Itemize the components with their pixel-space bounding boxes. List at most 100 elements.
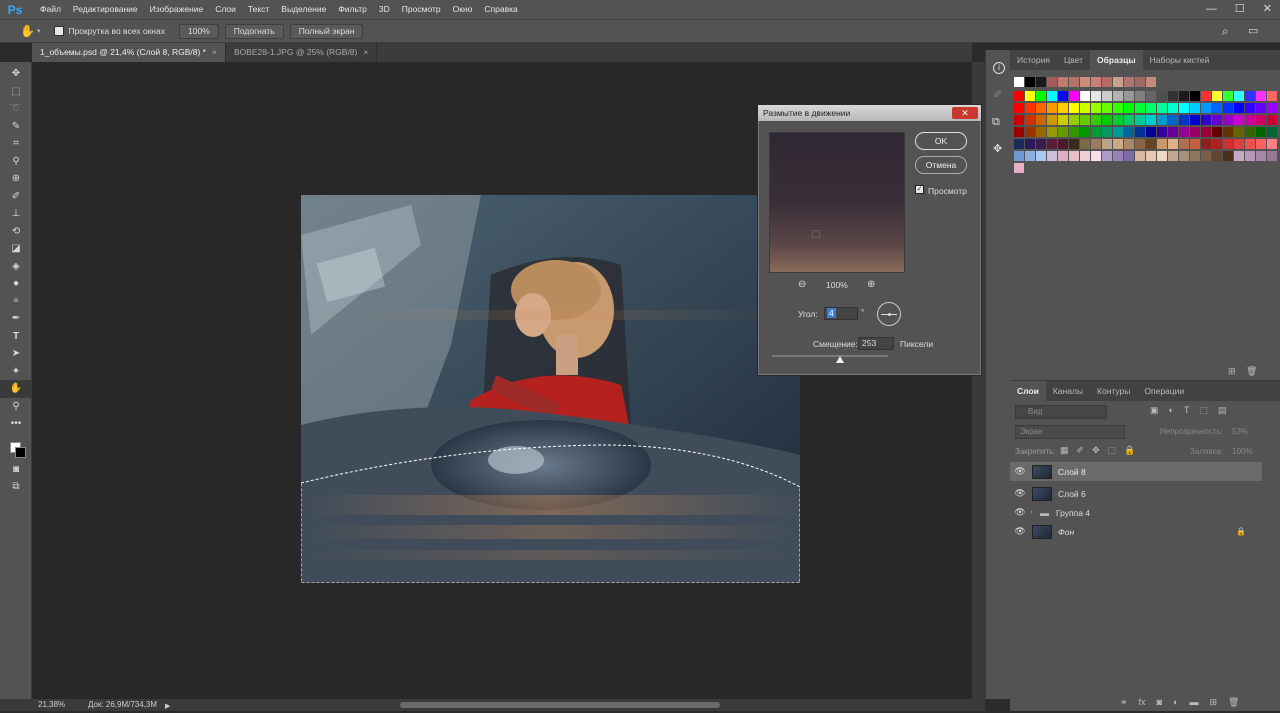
color-swatch[interactable] [1179,115,1189,125]
color-swatch[interactable] [1058,115,1068,125]
screen-mode-icon[interactable]: ⧉ [0,478,32,496]
color-swatch[interactable] [1113,151,1123,161]
color-swatch[interactable] [1102,103,1112,113]
swatches-grid[interactable] [1010,70,1280,370]
color-swatch[interactable] [1179,103,1189,113]
quick-mask-icon[interactable]: ◙ [0,461,32,479]
color-swatch[interactable] [1124,151,1134,161]
menu-item[interactable]: Фильтр [332,0,373,19]
marquee-tool-icon[interactable]: ⬚ [0,83,32,101]
lock-brush-icon[interactable]: ✐ [1077,445,1085,456]
color-swatch[interactable] [1256,103,1266,113]
color-swatch[interactable] [1036,127,1046,137]
color-swatch[interactable] [1168,115,1178,125]
color-swatch[interactable] [1146,91,1156,101]
close-tab-icon[interactable]: × [212,47,217,57]
color-swatch[interactable] [1234,115,1244,125]
angle-dial[interactable] [877,302,901,326]
color-swatch[interactable] [1234,127,1244,137]
tab-history[interactable]: История [1010,50,1057,70]
color-swatch[interactable] [1179,139,1189,149]
tab-swatches[interactable]: Образцы [1090,50,1143,70]
color-swatch[interactable] [1058,103,1068,113]
new-swatch-icon[interactable]: ⊞ [1228,366,1236,377]
color-swatch[interactable] [1124,77,1134,87]
color-swatch[interactable] [1245,91,1255,101]
tool-presets-icon[interactable]: ✥ [993,142,1002,155]
color-swatch[interactable] [1113,91,1123,101]
color-swatch[interactable] [1267,139,1277,149]
blend-mode-select[interactable]: Экран [1015,425,1125,439]
more-tools-icon[interactable]: ••• [0,415,32,433]
color-swatch[interactable] [1157,139,1167,149]
color-swatch[interactable] [1091,91,1101,101]
color-swatch[interactable] [1256,139,1266,149]
color-swatch[interactable] [1080,77,1090,87]
color-swatch[interactable] [1036,151,1046,161]
eyedropper-tool-icon[interactable]: ⚲ [0,153,32,171]
tab-paths[interactable]: Контуры [1090,381,1137,401]
color-swatch[interactable] [1124,127,1134,137]
menu-item[interactable]: 3D [373,0,396,19]
color-swatch[interactable] [1223,115,1233,125]
cancel-button[interactable]: Отмена [915,156,967,174]
fit-screen-button[interactable]: Подогнать [224,23,284,39]
color-swatch[interactable] [1014,77,1024,87]
color-swatch[interactable] [1201,139,1211,149]
minimize-button[interactable]: — [1206,0,1217,19]
color-swatch[interactable] [1080,151,1090,161]
pen-tool-icon[interactable]: ✒ [0,310,32,328]
color-swatch[interactable] [1245,151,1255,161]
color-swatch[interactable] [1058,139,1068,149]
zoom-out-icon[interactable]: ⊖ [798,279,806,290]
color-swatch[interactable] [1080,139,1090,149]
color-swatch[interactable] [1223,139,1233,149]
close-window-button[interactable]: ✕ [1263,0,1272,19]
color-swatch[interactable] [1245,115,1255,125]
type-tool-icon[interactable]: T [0,328,32,346]
color-swatch[interactable] [1102,151,1112,161]
delete-layer-icon[interactable]: 🗑 [1228,697,1239,708]
lock-position-icon[interactable]: ✥ [1092,445,1100,456]
layer-row[interactable]: 👁 Фон 🔒 [1010,522,1262,541]
layer-style-icon[interactable]: fx [1139,697,1146,708]
dodge-tool-icon[interactable]: ⚬ [0,293,32,311]
color-swatch[interactable] [1124,139,1134,149]
color-swatch[interactable] [1025,103,1035,113]
blur-tool-icon[interactable]: ● [0,275,32,293]
color-swatch[interactable] [1168,103,1178,113]
color-swatch[interactable] [1212,139,1222,149]
crop-tool-icon[interactable]: ⌗ [0,135,32,153]
color-swatch[interactable] [1014,139,1024,149]
tab-brush-presets[interactable]: Наборы кистей [1143,50,1217,70]
lasso-tool-icon[interactable]: ➰ [0,100,32,118]
color-swatch[interactable] [1036,77,1046,87]
tab-document-1[interactable]: 1_объемы.psd @ 21,4% (Слой 8, RGB/8) * × [32,43,226,62]
status-menu-arrow-icon[interactable]: ▶ [165,701,170,713]
color-swatch[interactable] [1179,151,1189,161]
color-swatch[interactable] [1212,103,1222,113]
color-swatch[interactable] [1190,139,1200,149]
color-swatch[interactable] [1157,151,1167,161]
color-swatch[interactable] [1168,127,1178,137]
color-swatch[interactable] [1267,115,1277,125]
color-swatch[interactable] [1102,77,1112,87]
color-swatch[interactable] [1014,91,1024,101]
scroll-all-checkbox[interactable] [54,26,65,36]
visibility-eye-icon[interactable]: 👁 [1010,526,1030,537]
color-swatch[interactable] [1069,127,1079,137]
color-swatch[interactable] [1025,139,1035,149]
tab-actions[interactable]: Операции [1137,381,1191,401]
tool-preset-chevron-icon[interactable]: ▾ [37,27,41,35]
color-swatch[interactable] [1157,115,1167,125]
color-swatch[interactable] [1190,151,1200,161]
color-swatch[interactable] [1124,91,1134,101]
color-swatch[interactable] [1113,115,1123,125]
color-swatch[interactable] [1212,91,1222,101]
quick-select-tool-icon[interactable]: ✎ [0,118,32,136]
filter-shape-icon[interactable]: ⬚ [1199,405,1208,416]
menu-item[interactable]: Слои [209,0,242,19]
color-swatch[interactable] [1146,103,1156,113]
color-swatch[interactable] [1146,77,1156,87]
zoom-in-icon[interactable]: ⊕ [867,279,875,290]
